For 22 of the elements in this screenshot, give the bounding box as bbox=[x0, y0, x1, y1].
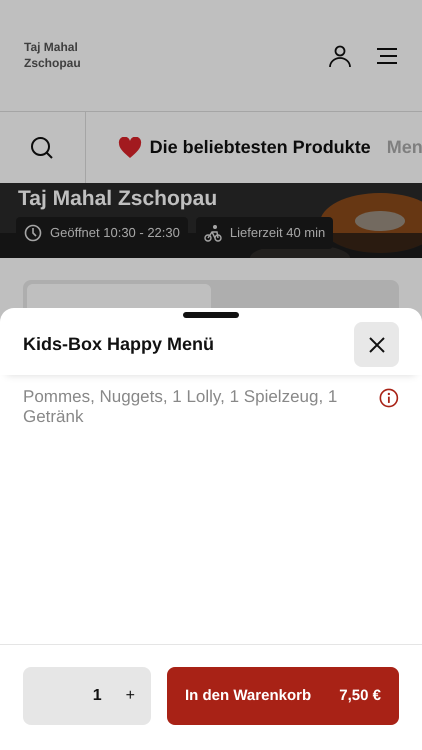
price: 7,50 € bbox=[339, 686, 381, 706]
restaurant-name: Taj Mahal Zschopau bbox=[24, 40, 82, 72]
plus-button[interactable]: + bbox=[126, 684, 135, 708]
bicycle-icon bbox=[204, 224, 222, 242]
quantity-stepper[interactable]: 1 + bbox=[23, 667, 151, 725]
heart-icon bbox=[118, 136, 142, 158]
quantity-value: 1 bbox=[92, 686, 102, 706]
user-icon[interactable] bbox=[328, 44, 352, 68]
badge-text: Lieferzeit 40 min bbox=[230, 224, 326, 242]
restaurant-title: Taj Mahal Zschopau bbox=[18, 186, 218, 212]
close-icon bbox=[368, 336, 386, 354]
product-title: Kids-Box Happy Menü bbox=[23, 333, 214, 356]
info-icon[interactable] bbox=[379, 387, 399, 409]
badge-text: Geöffnet 10:30 - 22:30 bbox=[50, 224, 180, 242]
clock-icon bbox=[24, 224, 42, 242]
menu-icon[interactable] bbox=[376, 48, 398, 64]
product-description: Pommes, Nuggets, 1 Lolly, 1 Spielzeug, 1 Getränk bbox=[23, 387, 338, 428]
drag-handle[interactable] bbox=[183, 312, 239, 318]
add-to-cart-button[interactable]: In den Warenkorb 7,50 € bbox=[167, 667, 399, 725]
category-tab[interactable]: Die beliebtesten Produkte bbox=[110, 134, 379, 161]
search-icon[interactable] bbox=[30, 136, 54, 160]
close-button[interactable] bbox=[354, 322, 399, 367]
